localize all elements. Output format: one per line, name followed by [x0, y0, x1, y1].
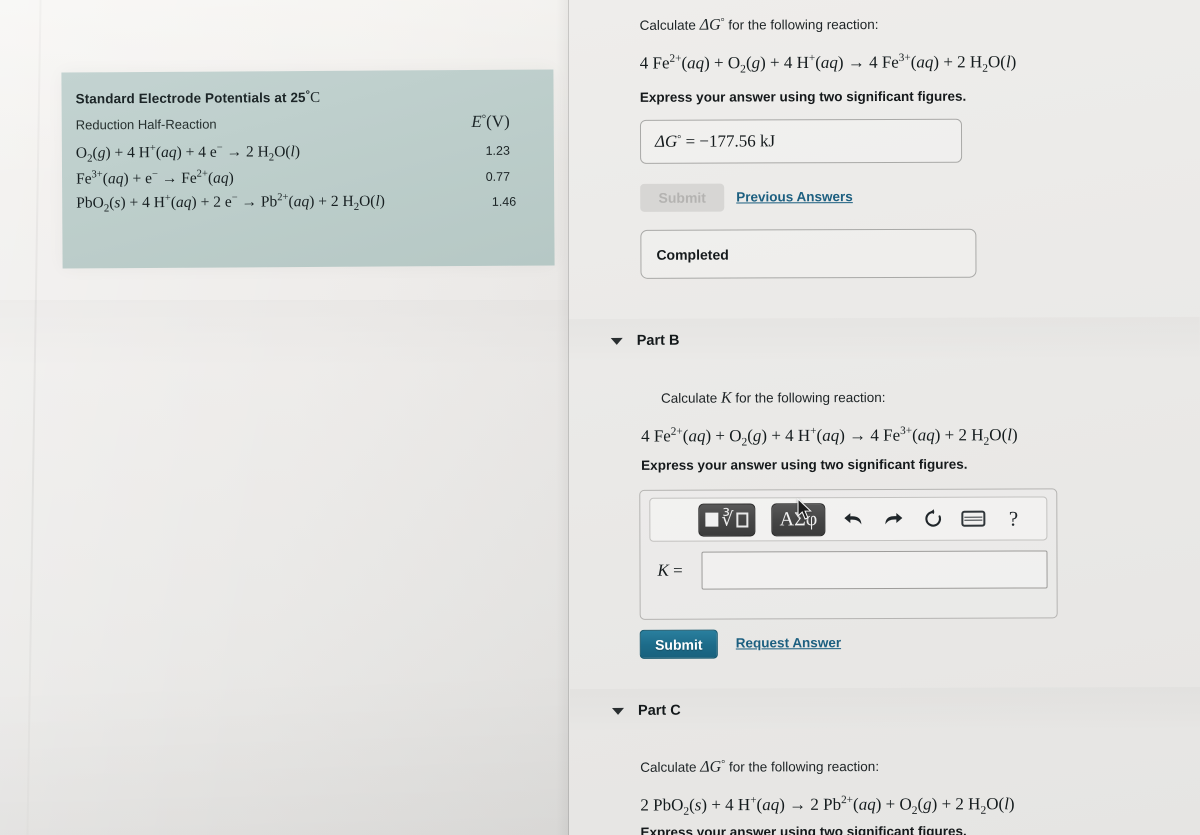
- math-toolbar: ∛ ΑΣφ ?: [649, 496, 1048, 542]
- part-b-request-answer-link[interactable]: Request Answer: [736, 635, 841, 650]
- table-header-row: Reduction Half-Reaction E°(V): [76, 112, 538, 135]
- standard-electrode-potentials-table: Standard Electrode Potentials at 25°C Re…: [61, 69, 555, 269]
- column-header-unit: (V): [486, 111, 510, 131]
- part-a-prompt: Calculate ΔG° for the following reaction…: [640, 16, 879, 35]
- table-title-unit: C: [310, 89, 321, 106]
- part-a-prompt-prefix: Calculate: [639, 17, 700, 33]
- keyboard-icon[interactable]: [961, 507, 986, 531]
- part-a-previous-answers-link[interactable]: Previous Answers: [736, 189, 853, 204]
- part-a-prompt-symbol: ΔG°: [699, 16, 725, 34]
- part-b-prompt-suffix: for the following reaction:: [731, 389, 886, 406]
- potential-value-oxygen: 1.23: [485, 143, 510, 159]
- square-outline-icon: [736, 511, 749, 528]
- part-a-answer-box: ΔG° = −177.56 kJ: [639, 118, 963, 164]
- half-reaction-iron: Fe3+(aq) + e− → Fe2+(aq): [76, 168, 234, 188]
- half-reaction-oxygen: O2(g) + 4 H+(aq) + 4 e− → 2 H2O(l): [75, 142, 301, 165]
- greek-symbols-button[interactable]: ΑΣφ: [771, 502, 826, 536]
- part-c-prompt-suffix: for the following reaction:: [725, 759, 880, 775]
- column-header-standard-potential: E°(V): [471, 112, 538, 132]
- potential-value-lead-dioxide: 1.46: [491, 194, 517, 209]
- part-b-submit-button[interactable]: Submit: [639, 629, 718, 659]
- part-c-sigfig-note: Express your answer using two significan…: [640, 823, 967, 835]
- potential-value-iron: 0.77: [485, 170, 511, 185]
- table-title: Standard Electrode Potentials at 25°C: [76, 88, 538, 109]
- part-a-sigfig-note: Express your answer using two significan…: [639, 88, 967, 105]
- part-a-status-text: Completed: [656, 246, 729, 263]
- chevron-down-icon[interactable]: [610, 337, 623, 345]
- part-b-equation: 4 Fe2+(aq) + O2(g) + 4 H+(aq) → 4 Fe3+(a…: [641, 424, 1018, 449]
- part-b-header[interactable]: Part B: [568, 316, 1200, 364]
- help-icon[interactable]: ?: [1001, 506, 1025, 531]
- table-title-prefix: Standard Electrode Potentials at 25: [75, 90, 306, 107]
- chevron-down-icon[interactable]: [612, 707, 625, 715]
- part-b-sigfig-note: Express your answer using two significan…: [641, 456, 968, 473]
- math-template-button[interactable]: ∛: [698, 502, 756, 537]
- part-b-answer-widget: ∛ ΑΣφ ? K =: [639, 488, 1058, 620]
- column-header-reduction-half-reaction: Reduction Half-Reaction: [75, 116, 217, 133]
- table-row: Fe3+(aq) + e− → Fe2+(aq) 0.77: [76, 167, 538, 189]
- assignment-pane: Calculate ΔG° for the following reaction…: [568, 0, 1200, 835]
- part-c-prompt-prefix: Calculate: [640, 759, 701, 775]
- part-b-prompt: Calculate K for the following reaction:: [661, 389, 886, 408]
- reset-icon[interactable]: [921, 507, 945, 531]
- undo-icon[interactable]: [841, 507, 865, 531]
- nth-root-icon: ∛: [721, 509, 734, 531]
- part-a-status-box: Completed: [640, 228, 977, 279]
- half-reaction-lead-dioxide: PbO2(s) + 4 H+(aq) + 2 e− → Pb2+(aq) + 2…: [76, 192, 385, 215]
- part-a-answer-text: ΔG° = −177.56 kJ: [655, 131, 776, 151]
- part-c-equation: 2 PbO2(s) + 4 H+(aq) → 2 Pb2+(aq) + O2(g…: [640, 794, 1015, 818]
- part-c-prompt-symbol: ΔG°: [700, 758, 726, 776]
- part-b-input-row: K =: [649, 550, 1048, 590]
- part-a-submit-button[interactable]: Submit: [640, 183, 725, 212]
- part-c-header[interactable]: Part C: [569, 686, 1200, 734]
- part-c-prompt: Calculate ΔG° for the following reaction…: [640, 758, 879, 777]
- part-c-label: Part C: [637, 702, 681, 719]
- redo-icon[interactable]: [881, 507, 905, 531]
- table-row: O2(g) + 4 H+(aq) + 4 e− → 2 H2O(l) 1.23: [76, 141, 538, 165]
- square-placeholder-icon: [705, 512, 719, 527]
- table-row: PbO2(s) + 4 H+(aq) + 2 e− → Pb2+(aq) + 2…: [76, 191, 538, 215]
- part-b-input-label: K =: [657, 560, 683, 580]
- part-a-equation: 4 Fe2+(aq) + O2(g) + 4 H+(aq) → 4 Fe3+(a…: [639, 51, 1017, 76]
- column-header-symbol: E: [471, 111, 482, 132]
- part-b-prompt-prefix: Calculate: [660, 390, 722, 406]
- part-b-answer-input[interactable]: [701, 550, 1048, 590]
- pane-divider-shadow: [556, 0, 568, 835]
- part-a-prompt-suffix: for the following reaction:: [724, 17, 879, 33]
- part-b-label: Part B: [636, 332, 680, 349]
- part-b-prompt-symbol: K: [720, 389, 732, 407]
